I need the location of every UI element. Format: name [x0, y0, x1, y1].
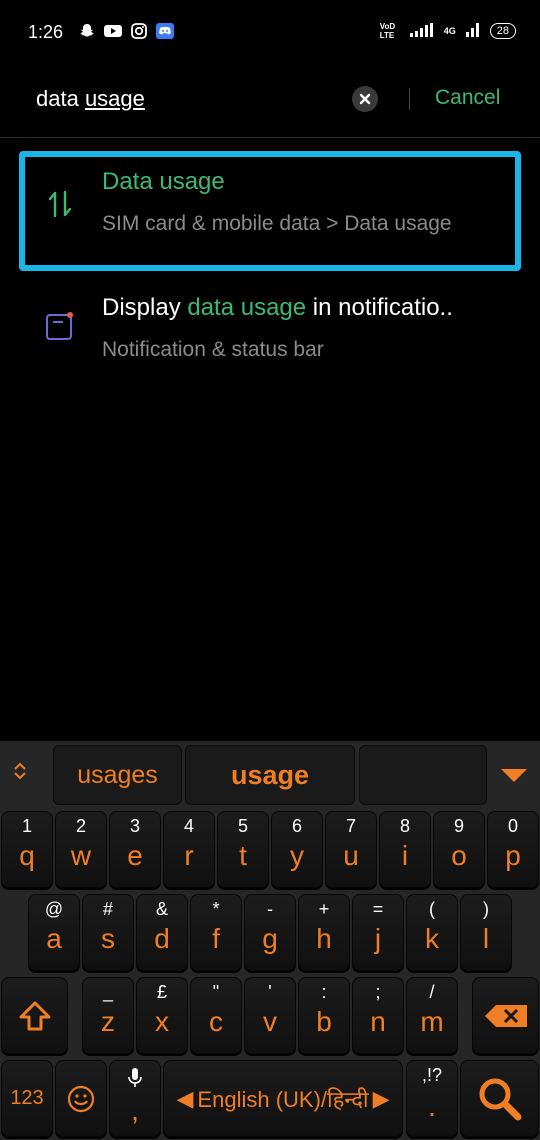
search-query-plain: data	[36, 86, 85, 111]
emoji-key[interactable]	[55, 1060, 107, 1137]
key-l[interactable]: ) l	[460, 894, 512, 971]
result-title-before: Display	[102, 294, 188, 321]
key-r[interactable]: 4r	[163, 811, 215, 888]
key-z[interactable]: _ z	[82, 977, 134, 1054]
numbers-key[interactable]: 123	[1, 1060, 53, 1137]
space-key[interactable]: ◀ English (UK)/हिन्दी ▶	[163, 1060, 403, 1137]
key-k[interactable]: (k	[406, 894, 458, 971]
shift-key[interactable]	[1, 977, 68, 1054]
result-title: Data usage	[102, 168, 225, 195]
key-e[interactable]: 3e	[109, 811, 161, 888]
key-h[interactable]: + h	[298, 894, 350, 971]
result-item-display-data-usage[interactable]: Display data usage in notificatio.. Noti…	[0, 276, 540, 376]
key-y[interactable]: 6y	[271, 811, 323, 888]
key-w[interactable]: 2w	[55, 811, 107, 888]
key-d[interactable]: & d	[136, 894, 188, 971]
key-p[interactable]: 0p	[487, 811, 539, 888]
result-title-match: data usage	[187, 294, 307, 321]
result-subtitle: SIM card & mobile data > Data usage	[102, 212, 452, 235]
suggestion-usage[interactable]: usage	[185, 745, 355, 805]
key-m[interactable]: / m	[406, 977, 458, 1054]
close-icon	[359, 93, 371, 105]
period-key[interactable]: ,!? .	[406, 1060, 458, 1137]
result-title: Display data usage in notificatio..	[102, 294, 453, 322]
key-s[interactable]: # s	[82, 894, 134, 971]
snapchat-icon	[78, 22, 96, 40]
dropdown-triangle-icon[interactable]	[501, 769, 527, 782]
result-highlight-border	[19, 151, 521, 271]
data-transfer-icon	[44, 188, 76, 220]
search-key[interactable]	[460, 1060, 539, 1137]
backspace-icon	[484, 1004, 527, 1027]
status-time: 1:26	[28, 22, 64, 42]
key-x[interactable]: £ x	[136, 977, 188, 1054]
result-subtitle: Notification & status bar	[102, 338, 324, 361]
smiley-icon	[67, 1085, 95, 1112]
suggestion-empty[interactable]	[359, 745, 487, 805]
language-right-arrow-icon: ▶	[372, 1085, 390, 1111]
suggestion-usages[interactable]: usages	[53, 745, 182, 805]
key-u[interactable]: 7u	[325, 811, 377, 888]
key-b[interactable]: :b	[298, 977, 350, 1054]
battery-indicator: 28	[489, 23, 516, 39]
key-g[interactable]: -g	[244, 894, 296, 971]
volte-indicator: VoD LTE	[379, 22, 396, 40]
signal-icon-2	[465, 23, 480, 39]
signal-icon-1	[409, 23, 434, 39]
instagram-icon	[130, 22, 148, 40]
space-label: English (UK)/हिन्दी	[197, 1086, 369, 1112]
youtube-icon	[104, 22, 122, 40]
keyboard: usages usage 1q 2w 3e 4r 5t 6y 7u 8i 9o …	[0, 741, 540, 1140]
search-bar: data usage Cancel	[0, 66, 540, 138]
comma-voice-key[interactable]: ,	[109, 1060, 161, 1137]
key-o[interactable]: 9o	[433, 811, 485, 888]
key-v[interactable]: ' v	[244, 977, 296, 1054]
clear-search-button[interactable]	[352, 86, 378, 112]
search-input[interactable]: data usage	[36, 86, 145, 112]
search-query-underlined: usage	[84, 86, 145, 111]
language-left-arrow-icon: ◀	[176, 1085, 194, 1111]
cancel-button[interactable]: Cancel	[435, 86, 500, 110]
key-f[interactable]: * f	[190, 894, 242, 971]
search-divider	[409, 88, 410, 110]
key-q[interactable]: 1q	[1, 811, 53, 888]
key-t[interactable]: 5t	[217, 811, 269, 888]
backspace-key[interactable]	[472, 977, 539, 1054]
key-j[interactable]: = j	[352, 894, 404, 971]
key-i[interactable]: 8i	[379, 811, 431, 888]
key-c[interactable]: " c	[190, 977, 242, 1054]
microphone-icon	[127, 1067, 143, 1094]
status-bar: 1:26 VoD LTE 4G 28	[0, 0, 540, 66]
result-title-after: in notificatio..	[306, 294, 453, 321]
notification-bar-icon	[44, 310, 76, 342]
result-item-data-usage[interactable]: Data usage SIM card & mobile data > Data…	[0, 150, 540, 272]
key-a[interactable]: @ a	[28, 894, 80, 971]
expand-suggestions-icon[interactable]	[12, 761, 28, 786]
discord-icon	[156, 22, 174, 40]
search-icon	[479, 1078, 521, 1120]
key-n[interactable]: ; n	[352, 977, 404, 1054]
shift-icon	[19, 1001, 50, 1030]
network-4g-indicator: 4G	[443, 26, 456, 36]
suggestion-bar: usages usage	[0, 741, 540, 807]
